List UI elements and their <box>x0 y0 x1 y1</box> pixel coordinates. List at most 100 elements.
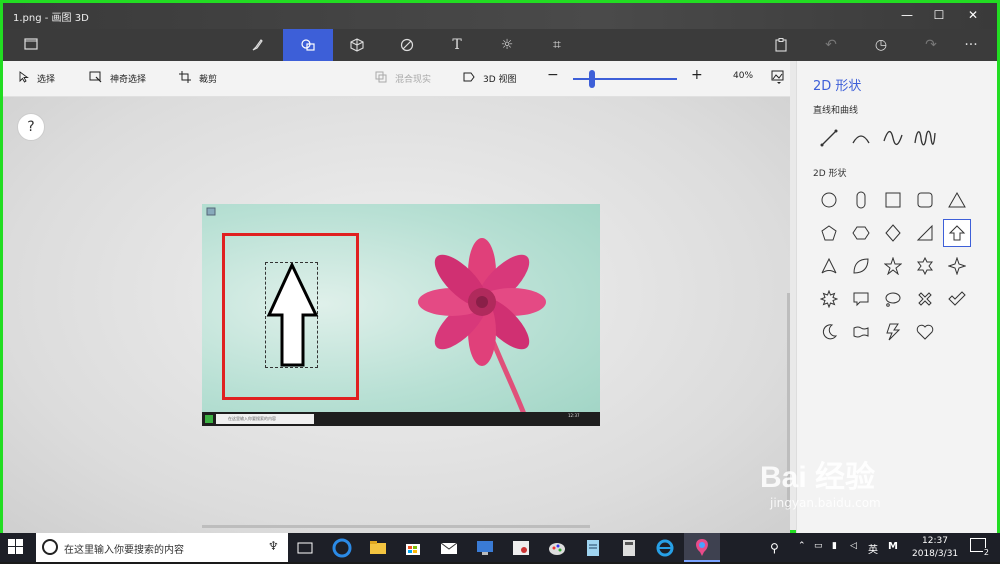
hexagon-icon[interactable] <box>847 219 875 247</box>
shapes-section-label: 2D 形状 <box>813 169 847 179</box>
snipping-icon[interactable] <box>510 537 532 559</box>
volume-icon[interactable]: ◁ <box>850 541 857 551</box>
wave-icon[interactable] <box>911 124 939 152</box>
3d-shapes-icon[interactable] <box>339 29 375 61</box>
cursor-icon <box>19 71 29 86</box>
network-icon[interactable]: ▭ <box>814 541 823 551</box>
close-button[interactable]: ✕ <box>959 5 987 25</box>
diamond-icon[interactable] <box>879 219 907 247</box>
help-button[interactable]: ? <box>17 113 45 141</box>
right-triangle-icon[interactable] <box>911 219 939 247</box>
zoom-slider-thumb[interactable] <box>589 70 595 88</box>
notification-count: 2 <box>982 548 990 557</box>
clock-time[interactable]: 12:37 <box>922 536 948 546</box>
panel-title: 2D 形状 <box>813 79 862 94</box>
moon-icon[interactable] <box>815 318 843 346</box>
paint3d-taskbar-button[interactable] <box>684 533 720 562</box>
edge-icon[interactable] <box>331 537 353 559</box>
maximize-button[interactable]: ☐ <box>925 5 953 25</box>
ime-mode-indicator[interactable]: M <box>888 541 898 552</box>
flag-icon[interactable] <box>847 318 875 346</box>
remote-desktop-icon[interactable] <box>474 537 496 559</box>
rounded-square-icon[interactable] <box>911 186 939 214</box>
minimize-button[interactable]: — <box>893 5 921 25</box>
canvas-icon[interactable]: ⌗ <box>539 29 575 61</box>
tray-chevron-icon[interactable]: ⌃ <box>798 541 806 551</box>
mixed-reality-icon <box>375 71 387 86</box>
triangle-icon[interactable] <box>943 186 971 214</box>
ime-indicator[interactable]: 英 <box>868 541 878 556</box>
file-explorer-icon[interactable] <box>367 537 389 559</box>
task-view-icon[interactable] <box>294 537 316 559</box>
mini-search-box: 在这里输入你要搜索的内容 <box>216 414 314 424</box>
pentagon-icon[interactable] <box>815 219 843 247</box>
calculator-icon[interactable] <box>618 537 640 559</box>
mixed-reality-button[interactable]: 混合现实 <box>375 71 431 86</box>
star5-icon[interactable] <box>879 252 907 280</box>
s-curve-icon[interactable] <box>879 124 907 152</box>
brushes-icon[interactable] <box>239 29 275 61</box>
zoom-out-button[interactable]: − <box>547 67 559 83</box>
thought-bubble-icon[interactable] <box>879 285 907 313</box>
crop-icon <box>179 71 191 86</box>
lines-section-label: 直线和曲线 <box>813 106 859 116</box>
arrow-up-icon[interactable] <box>943 219 971 247</box>
curve-icon[interactable] <box>847 124 875 152</box>
action-center-icon[interactable]: 2 <box>970 538 990 557</box>
desktop-icon <box>206 207 218 221</box>
ie-icon[interactable] <box>654 537 676 559</box>
leaf-icon[interactable] <box>847 252 875 280</box>
zoom-level: 40% <box>733 71 754 81</box>
crop-label: 裁剪 <box>199 75 218 85</box>
view-options-icon[interactable] <box>771 70 785 84</box>
star6-icon[interactable] <box>911 252 939 280</box>
heart-icon[interactable] <box>911 318 939 346</box>
mail-icon[interactable] <box>438 537 460 559</box>
undo-icon[interactable]: ↶ <box>813 29 849 61</box>
crop-button[interactable]: 裁剪 <box>179 71 217 86</box>
zoom-in-button[interactable]: + <box>691 67 703 83</box>
battery-icon[interactable]: ▮ <box>832 541 837 551</box>
3d-view-button[interactable]: 3D 视图 <box>463 71 517 86</box>
canvas-workspace[interactable]: ? 在这里输入你要搜索的内容 12:37 <box>3 97 790 533</box>
cross-icon[interactable] <box>911 285 939 313</box>
arrow-up-shape[interactable] <box>266 261 319 369</box>
main-toolbar: T ☼ ⌗ ↶ ◷ ↷ ··· <box>3 29 997 61</box>
magic-select-button[interactable]: 神奇选择 <box>89 71 146 86</box>
notepad-icon[interactable] <box>582 537 604 559</box>
rounded-rect-vertical-icon[interactable] <box>847 186 875 214</box>
people-icon[interactable]: ⚲ <box>770 541 779 555</box>
store-icon[interactable] <box>402 537 424 559</box>
microphone-icon[interactable]: ♆ <box>268 539 279 553</box>
command-bar: 选择 神奇选择 裁剪 混合现实 3D 视图 − + 40% <box>3 61 790 97</box>
windows-start-icon[interactable] <box>8 539 30 561</box>
more-icon[interactable]: ··· <box>953 29 989 61</box>
horizontal-scrollbar[interactable] <box>202 525 590 528</box>
square-icon[interactable] <box>879 186 907 214</box>
text-icon[interactable]: T <box>439 29 475 61</box>
image-canvas[interactable]: 在这里输入你要搜索的内容 12:37 <box>202 204 600 426</box>
circle-icon[interactable] <box>815 186 843 214</box>
taskbar-search-box[interactable]: 在这里输入你要搜索的内容 ♆ <box>36 533 288 562</box>
watermark-url: jingyan.baidu.com <box>770 496 881 510</box>
paste-icon[interactable] <box>763 29 799 61</box>
clock-date[interactable]: 2018/3/31 <box>912 549 958 559</box>
lightning-icon[interactable] <box>879 318 907 346</box>
speech-bubble-icon[interactable] <box>847 285 875 313</box>
history-icon[interactable]: ◷ <box>863 29 899 61</box>
flower-image <box>418 238 546 414</box>
selection-box[interactable] <box>265 261 319 369</box>
select-button[interactable]: 选择 <box>19 71 55 86</box>
paint-icon[interactable] <box>546 537 568 559</box>
watermark-brand: Bai 经验 <box>760 461 876 494</box>
redo-icon[interactable]: ↷ <box>913 29 949 61</box>
menu-folder-icon[interactable] <box>13 29 49 61</box>
concave-triangle-icon[interactable] <box>815 252 843 280</box>
burst-icon[interactable] <box>815 285 843 313</box>
star4-icon[interactable] <box>943 252 971 280</box>
checkmark-icon[interactable] <box>943 285 971 313</box>
stickers-icon[interactable] <box>389 29 425 61</box>
line-icon[interactable] <box>815 124 843 152</box>
2d-shapes-icon[interactable] <box>283 29 333 61</box>
effects-icon[interactable]: ☼ <box>489 29 525 61</box>
